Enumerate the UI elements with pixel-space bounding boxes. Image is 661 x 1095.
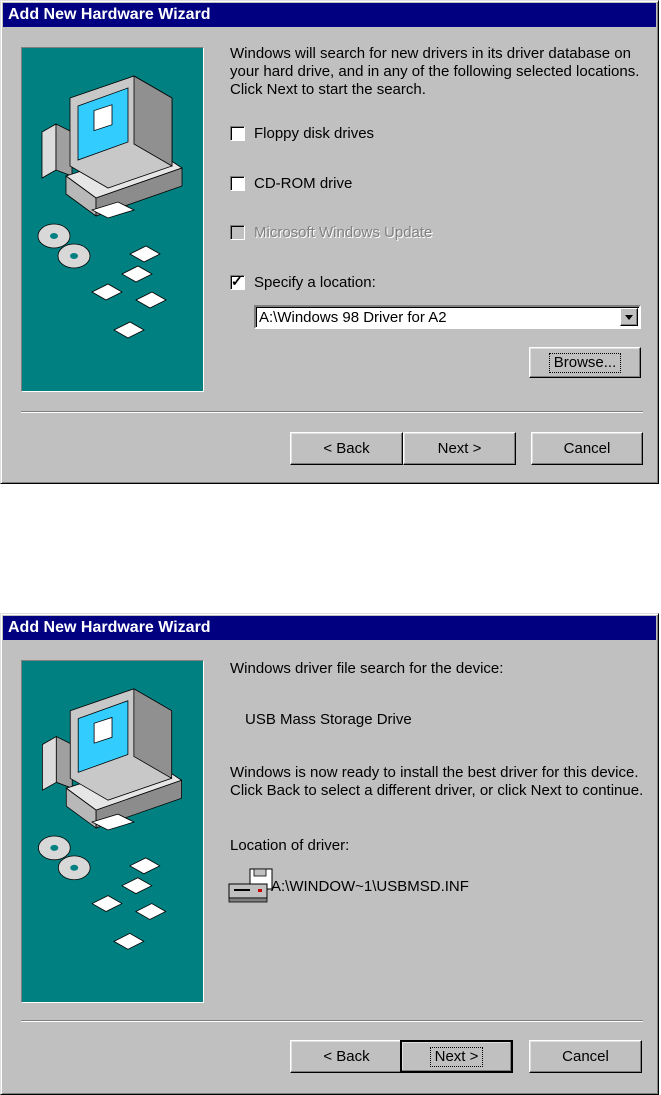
specify-location-label: Specify a location: <box>254 273 376 291</box>
windows-update-label: Microsoft Windows Update <box>254 223 433 241</box>
driver-path: A:\WINDOW~1\USBMSD.INF <box>271 878 469 895</box>
computer-with-disks-icon <box>38 688 183 950</box>
cancel-button[interactable]: Cancel <box>531 432 643 465</box>
computer-with-disks-icon <box>37 75 183 339</box>
cdrom-label: CD-ROM drive <box>254 174 353 192</box>
wizard-dialog-driver-found: Add New Hardware Wizard Windows driver f… <box>0 613 659 1095</box>
floppy-drive-icon <box>228 868 273 903</box>
title-bar: Add New Hardware Wizard <box>3 616 656 640</box>
ready-text: Windows is now ready to install the best… <box>230 764 644 799</box>
device-name: USB Mass Storage Drive <box>245 711 412 728</box>
location-combobox[interactable]: A:\Windows 98 Driver for A2 <box>254 305 641 329</box>
triangle-down-icon <box>625 314 633 320</box>
separator <box>21 1020 643 1022</box>
windows-update-checkbox-row: Microsoft Windows Update <box>230 222 432 242</box>
back-button[interactable]: < Back <box>290 1040 403 1073</box>
floppy-checkbox-row[interactable]: Floppy disk drives <box>230 123 374 143</box>
separator <box>21 411 643 413</box>
floppy-checkbox[interactable] <box>230 125 245 141</box>
location-value: A:\Windows 98 Driver for A2 <box>259 309 447 326</box>
checkmark-icon: ✓ <box>231 272 243 289</box>
floppy-label: Floppy disk drives <box>254 124 375 142</box>
browse-button[interactable]: Browse... <box>529 347 641 378</box>
specify-location-checkbox-row[interactable]: ✓ Specify a location: <box>230 272 376 292</box>
back-button[interactable]: < Back <box>290 432 403 465</box>
search-intro-text: Windows will search for new drivers in i… <box>230 45 640 98</box>
next-button[interactable]: Next > <box>400 1040 513 1073</box>
specify-location-checkbox[interactable]: ✓ <box>230 272 245 290</box>
combo-dropdown-button[interactable] <box>620 308 638 326</box>
wizard-dialog-search-locations: Add New Hardware Wizard Windows will sea… <box>0 0 659 484</box>
title-bar: Add New Hardware Wizard <box>3 3 656 27</box>
wizard-illustration <box>21 47 204 392</box>
cdrom-checkbox-row[interactable]: CD-ROM drive <box>230 173 352 193</box>
wizard-illustration <box>21 660 204 1003</box>
cancel-button[interactable]: Cancel <box>529 1040 642 1073</box>
next-button[interactable]: Next > <box>403 432 516 465</box>
search-heading: Windows driver file search for the devic… <box>230 660 504 677</box>
windows-update-checkbox <box>230 224 245 240</box>
cdrom-checkbox[interactable] <box>230 175 245 191</box>
location-heading: Location of driver: <box>230 837 350 854</box>
